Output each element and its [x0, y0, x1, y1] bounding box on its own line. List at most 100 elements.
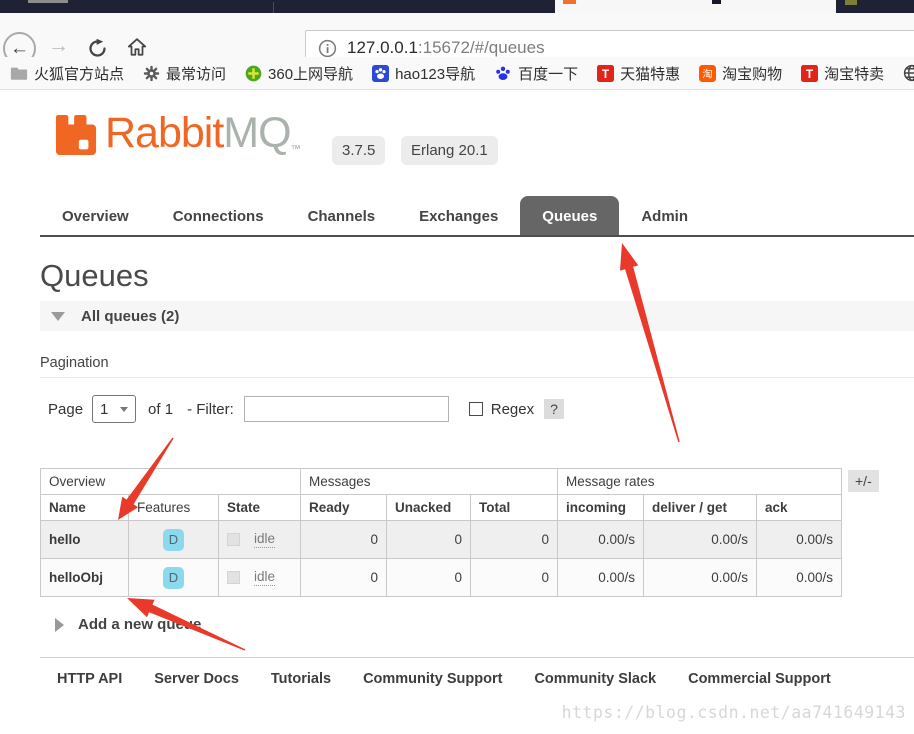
url-path: :15672/#/queues [418, 38, 545, 58]
all-queues-section-header[interactable]: All queues (2) [40, 301, 914, 331]
footer-link-server-docs[interactable]: Server Docs [154, 671, 239, 687]
bookmark-baidu[interactable]: 百度一下 [494, 63, 578, 84]
bookmark-most-visited[interactable]: 最常访问 [143, 63, 226, 84]
site-info-icon[interactable] [318, 39, 337, 58]
main-nav-tabs: Overview Connections Channels Exchanges … [40, 196, 914, 237]
logo-text-mq: MQ [223, 110, 290, 157]
durable-badge: D [163, 567, 184, 589]
chevron-right-icon [55, 618, 64, 632]
regex-help-badge[interactable]: ? [544, 399, 564, 419]
logo-text-rabbit: Rabbit [105, 110, 223, 157]
unacked-count: 0 [387, 559, 471, 597]
ack-rate: 0.00/s [757, 559, 842, 597]
footer-link-community-slack[interactable]: Community Slack [534, 671, 656, 687]
tab-queues[interactable]: Queues [520, 196, 619, 235]
footer-link-community-support[interactable]: Community Support [363, 671, 502, 687]
add-queue-label: Add a new queue [78, 616, 201, 633]
column-header-ready[interactable]: Ready [301, 495, 387, 521]
columns-toggle-button[interactable]: +/- [848, 470, 879, 492]
tab-admin[interactable]: Admin [619, 196, 710, 235]
forward-button[interactable]: → [48, 34, 69, 58]
tab-connections[interactable]: Connections [151, 196, 286, 235]
deliver-get-rate: 0.00/s [644, 521, 757, 559]
regex-label: Regex [491, 401, 534, 418]
queue-name-link[interactable]: hello [41, 521, 129, 559]
page-label: Page [48, 401, 83, 418]
home-icon [126, 36, 148, 58]
table-group-header-row: Overview Messages Message rates [41, 469, 842, 495]
pagination-controls: Page 1 of 1 - Filter: Regex ? [48, 394, 564, 424]
table-column-header-row: Name Features State Ready Unacked Total … [41, 495, 842, 521]
rabbitmq-logo[interactable]: RabbitMQ™ [55, 110, 301, 157]
bookmark-taobao-sale[interactable]: T 淘宝特卖 [801, 63, 884, 84]
tab-channels[interactable]: Channels [286, 196, 398, 235]
svg-text:淘: 淘 [702, 67, 712, 80]
csdn-watermark: https://blog.csdn.net/aa741649143 [562, 703, 906, 722]
bookmark-firefox-official[interactable]: 火狐官方站点 [10, 63, 124, 84]
add-queue-section-header[interactable]: Add a new queue [55, 616, 201, 633]
group-header-message-rates: Message rates [558, 469, 842, 495]
bookmark-tmall[interactable]: T 天猫特惠 [597, 63, 680, 84]
logo-trademark: ™ [291, 144, 301, 155]
filter-input[interactable] [244, 396, 449, 422]
group-header-messages: Messages [301, 469, 558, 495]
total-count: 0 [471, 521, 558, 559]
page-select[interactable]: 1 [92, 395, 136, 423]
column-header-unacked[interactable]: Unacked [387, 495, 471, 521]
queue-features-cell: D [129, 559, 219, 597]
tab-overview[interactable]: Overview [40, 196, 151, 235]
ready-count: 0 [301, 559, 387, 597]
bookmark-360-nav[interactable]: 360上网导航 [245, 63, 353, 84]
incoming-rate: 0.00/s [558, 559, 644, 597]
column-header-ack[interactable]: ack [757, 495, 842, 521]
column-header-total[interactable]: Total [471, 495, 558, 521]
bookmark-hao123[interactable]: hao123导航 [372, 63, 475, 84]
footer-link-http-api[interactable]: HTTP API [57, 671, 122, 687]
column-header-name[interactable]: Name [41, 495, 129, 521]
chevron-down-icon [51, 312, 65, 321]
regex-checkbox[interactable] [469, 402, 483, 416]
tab-exchanges[interactable]: Exchanges [397, 196, 520, 235]
taobao-sale-icon: T [801, 65, 818, 82]
gear-icon [143, 65, 160, 82]
refresh-icon [87, 38, 108, 59]
page-title: Queues [40, 258, 149, 294]
tmall-icon: T [597, 65, 614, 82]
table-row: hello D idle 0 0 0 0.00/s 0.00/s 0.00/s [41, 521, 842, 559]
url-host: 127.0.0.1 [347, 38, 418, 58]
favicon-sliver-dark [712, 0, 721, 4]
column-header-state[interactable]: State [219, 495, 301, 521]
select-chevron-icon [120, 407, 128, 412]
active-browser-tab[interactable] [555, 0, 836, 13]
bookmark-taobao[interactable]: 淘 淘宝购物 [699, 63, 782, 84]
table-row: helloObj D idle 0 0 0 0.00/s 0.00/s 0.00… [41, 559, 842, 597]
rabbitmq-rabbit-icon [55, 114, 97, 156]
group-header-overview: Overview [41, 469, 301, 495]
bookmark-globe[interactable] [903, 64, 914, 82]
queue-state-cell: idle [219, 521, 301, 559]
footer-link-tutorials[interactable]: Tutorials [271, 671, 331, 687]
pagination-label: Pagination [40, 355, 109, 371]
queues-table: Overview Messages Message rates Name Fea… [40, 468, 842, 597]
svg-text:T: T [602, 66, 610, 80]
deliver-get-rate: 0.00/s [644, 559, 757, 597]
ready-count: 0 [301, 521, 387, 559]
tab-divider [273, 2, 274, 13]
favicon-sliver-orange [563, 0, 576, 4]
all-queues-label: All queues (2) [81, 308, 179, 325]
column-header-incoming[interactable]: incoming [558, 495, 644, 521]
state-indicator-icon [227, 571, 240, 584]
360-icon [245, 65, 262, 82]
svg-text:T: T [806, 66, 814, 80]
filter-label: - Filter: [187, 401, 234, 418]
durable-badge: D [163, 529, 184, 551]
total-count: 0 [471, 559, 558, 597]
version-badge: 3.7.5 [332, 136, 385, 165]
column-header-features[interactable]: Features [129, 495, 219, 521]
globe-icon [903, 64, 914, 82]
state-indicator-icon [227, 533, 240, 546]
queue-name-link[interactable]: helloObj [41, 559, 129, 597]
column-header-deliver-get[interactable]: deliver / get [644, 495, 757, 521]
pagination-divider [40, 377, 914, 378]
footer-link-commercial-support[interactable]: Commercial Support [688, 671, 831, 687]
